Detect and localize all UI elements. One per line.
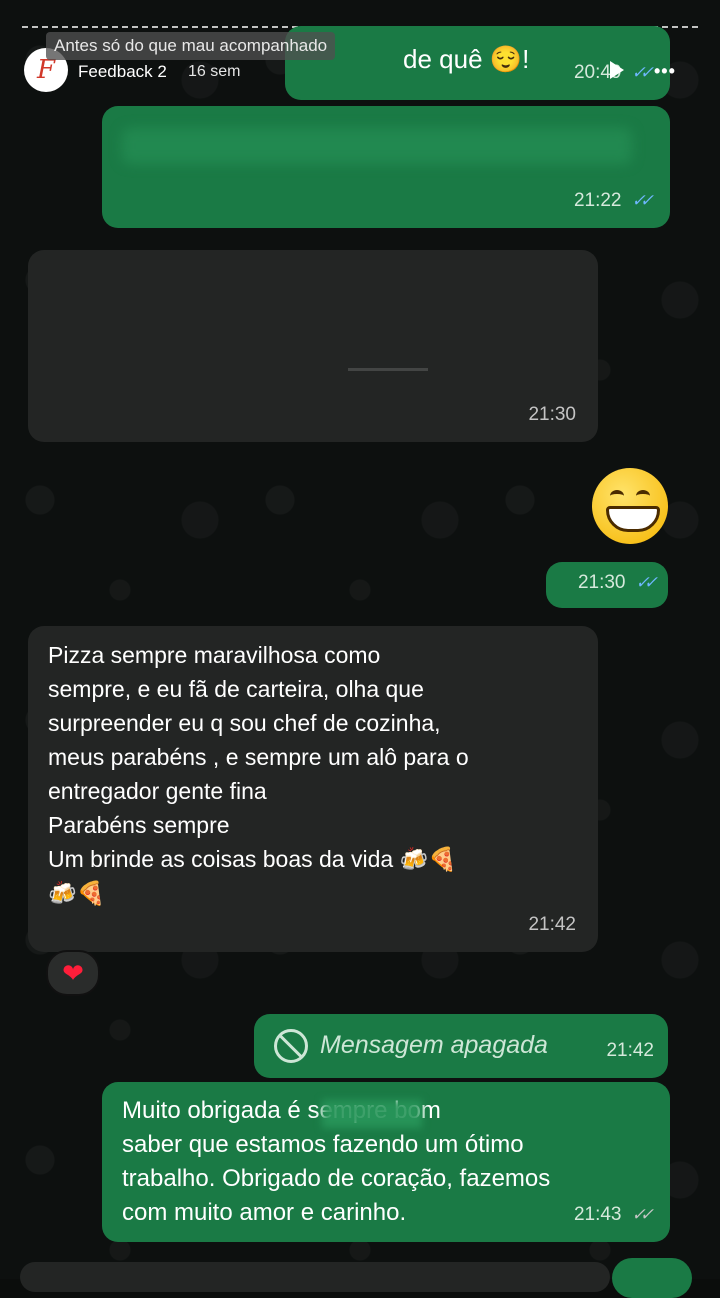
grinning-face-icon bbox=[592, 468, 668, 544]
story-header: F Antes só do que mau acompanhado Feedba… bbox=[24, 32, 704, 96]
blurred-content bbox=[322, 1100, 422, 1128]
message-bubble-received[interactable]: Pizza sempre maravilhosa como sempre, e … bbox=[28, 626, 598, 952]
message-text: Pizza sempre maravilhosa como sempre, e … bbox=[48, 642, 469, 906]
message-time: 21:30 bbox=[528, 404, 576, 425]
read-ticks-icon: ✓✓ bbox=[635, 573, 658, 592]
account-name[interactable]: Feedback 2 bbox=[78, 62, 167, 82]
blurred-content bbox=[122, 128, 632, 164]
message-time: 21:42 bbox=[528, 914, 576, 935]
heart-reaction-icon[interactable]: ❤ bbox=[46, 950, 100, 996]
message-bubble-sent[interactable]: 21:30 ✓✓ bbox=[546, 562, 668, 608]
story-age: 16 sem bbox=[188, 63, 241, 80]
message-text: Mensagem apagada bbox=[320, 1031, 548, 1059]
read-ticks-icon: ✓✓ bbox=[631, 191, 654, 210]
message-time: 21:43 ✓✓ bbox=[574, 1198, 654, 1232]
delivered-ticks-icon: ✓✓ bbox=[631, 1205, 654, 1224]
next-sent-bubble bbox=[612, 1258, 692, 1298]
message-bubble-sent-deleted[interactable]: Mensagem apagada 21:42 bbox=[254, 1014, 668, 1078]
deleted-message-icon bbox=[274, 1029, 308, 1064]
message-time: 21:42 bbox=[606, 1040, 654, 1061]
story-caption: Antes só do que mau acompanhado bbox=[46, 32, 336, 60]
blurred-content bbox=[348, 368, 428, 371]
message-bubble-sent[interactable]: Muito obrigada é sempre bom saber que es… bbox=[102, 1082, 670, 1242]
message-bubble-received[interactable]: 21:30 bbox=[28, 250, 598, 442]
play-icon[interactable] bbox=[610, 61, 624, 79]
next-message-bubble bbox=[20, 1262, 610, 1292]
message-time: 21:30 ✓✓ bbox=[578, 566, 658, 600]
emoji-message[interactable] bbox=[592, 468, 670, 546]
message-bubble-sent[interactable]: 21:22 ✓✓ bbox=[102, 106, 670, 228]
message-time: 21:22 ✓✓ bbox=[574, 184, 654, 218]
more-options-icon[interactable]: ••• bbox=[654, 62, 676, 80]
